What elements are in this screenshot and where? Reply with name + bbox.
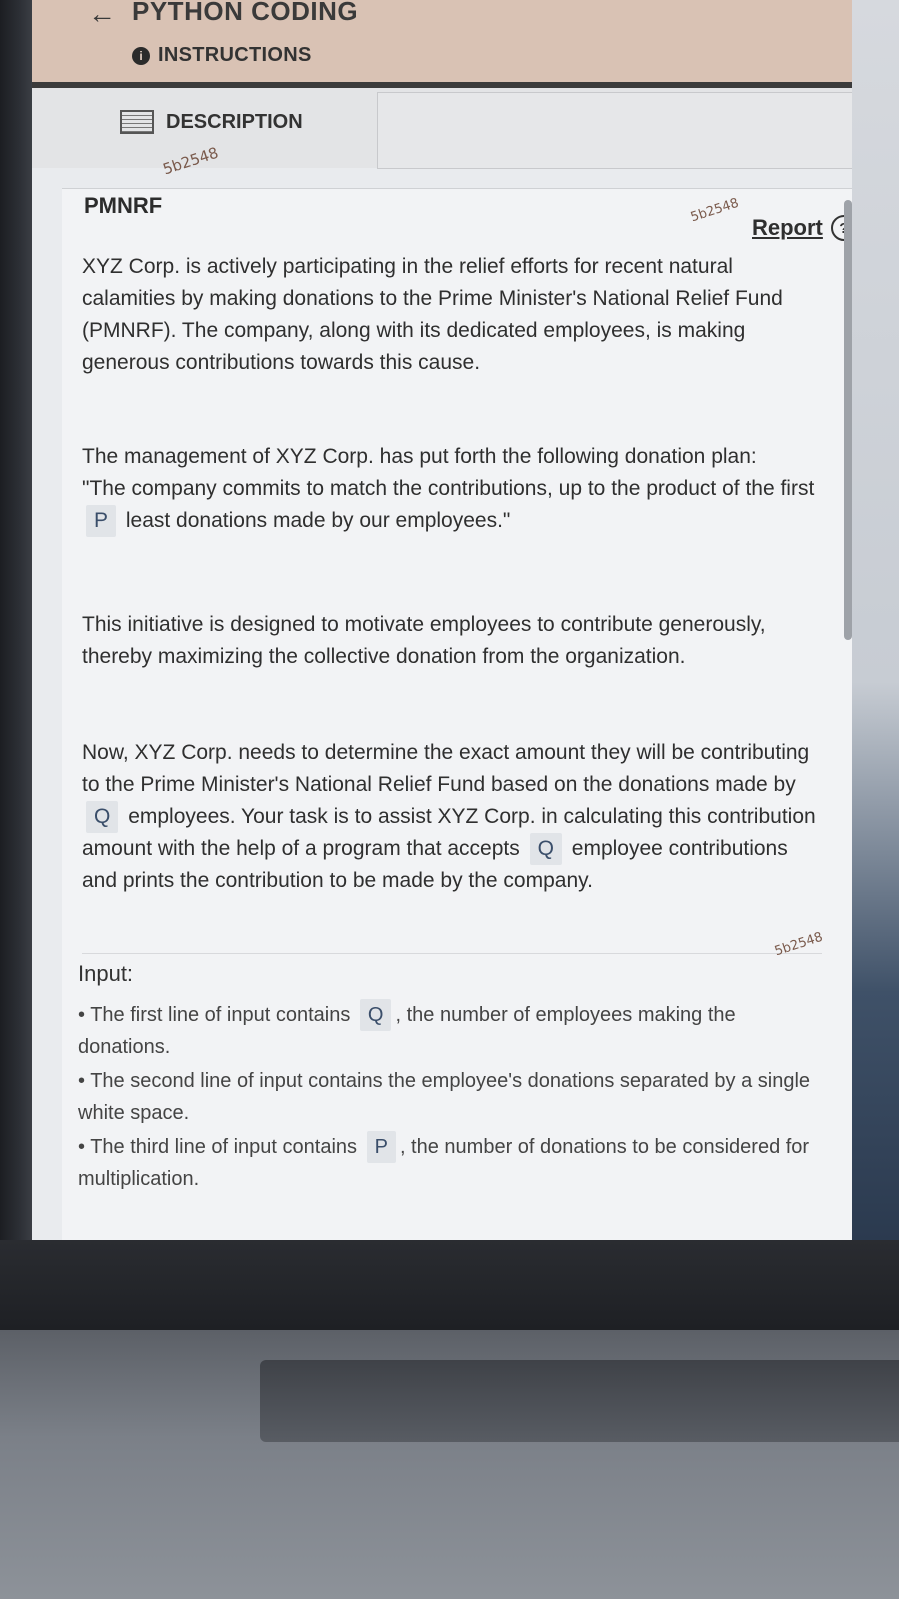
- bullet-text: The second line of input contains the em…: [78, 1070, 811, 1124]
- report-label: Report: [752, 215, 823, 240]
- variable-p: P: [86, 505, 117, 537]
- task-text: Now, XYZ Corp. needs to determine the ex…: [82, 741, 810, 796]
- back-arrow-icon[interactable]: ←: [88, 0, 116, 30]
- bullet-text: The third line of input contains: [90, 1136, 358, 1158]
- variable-q: Q: [359, 999, 392, 1031]
- document-icon: [120, 110, 154, 134]
- report-button[interactable]: Report ?: [752, 215, 852, 241]
- instructions-label: INSTRUCTIONS: [158, 44, 312, 66]
- laptop-hinge-strip: [260, 1360, 899, 1442]
- laptop-bezel: [0, 0, 32, 1240]
- input-bullet-2: • The second line of input contains the …: [78, 1070, 811, 1124]
- input-heading: Input:: [78, 961, 134, 986]
- paragraph-initiative: This initiative is designed to motivate …: [82, 613, 766, 668]
- variable-q: Q: [529, 833, 562, 865]
- watermark: 5b2548: [688, 195, 741, 226]
- instructions-tab[interactable]: i INSTRUCTIONS: [132, 44, 312, 67]
- description-card: PMNRF 5b2548 Report ? XYZ Corp. is activ…: [62, 188, 852, 1240]
- header-bar: ← PYTHON CODING i INSTRUCTIONS: [32, 0, 852, 88]
- plan-quote-text: least donations made by our employees.": [125, 509, 511, 532]
- input-bullet-1: • The first line of input contains Q, th…: [78, 999, 818, 1063]
- scrollbar-thumb[interactable]: [844, 200, 852, 640]
- problem-title: PMNRF: [84, 193, 163, 218]
- paragraph-task: Now, XYZ Corp. needs to determine the ex…: [82, 737, 822, 897]
- input-bullet-3: • The third line of input contains P, th…: [78, 1131, 818, 1195]
- tab-description[interactable]: DESCRIPTION: [120, 110, 303, 134]
- laptop-bottom-bezel: [0, 1240, 899, 1330]
- page-title: PYTHON CODING: [132, 0, 359, 26]
- paragraph-plan: The management of XYZ Corp. has put fort…: [82, 441, 822, 537]
- plan-intro: The management of XYZ Corp. has put fort…: [82, 445, 757, 468]
- plan-quote: "The company commits to match the contri…: [82, 473, 822, 537]
- info-icon: i: [132, 46, 150, 65]
- plan-quote-text: "The company commits to match the contri…: [82, 477, 815, 500]
- background-window: [848, 0, 899, 1240]
- app-screen: ← PYTHON CODING i INSTRUCTIONS DESCRIPTI…: [32, 0, 852, 1240]
- variable-p: P: [366, 1131, 396, 1163]
- bullet-text: The first line of input contains: [90, 1004, 351, 1026]
- tab-description-label: DESCRIPTION: [166, 110, 303, 133]
- divider: [82, 953, 822, 954]
- watermark: 5b2548: [772, 929, 825, 960]
- tab-panel-box: [377, 92, 852, 169]
- variable-q: Q: [86, 801, 119, 833]
- paragraph-intro: XYZ Corp. is actively participating in t…: [82, 255, 783, 374]
